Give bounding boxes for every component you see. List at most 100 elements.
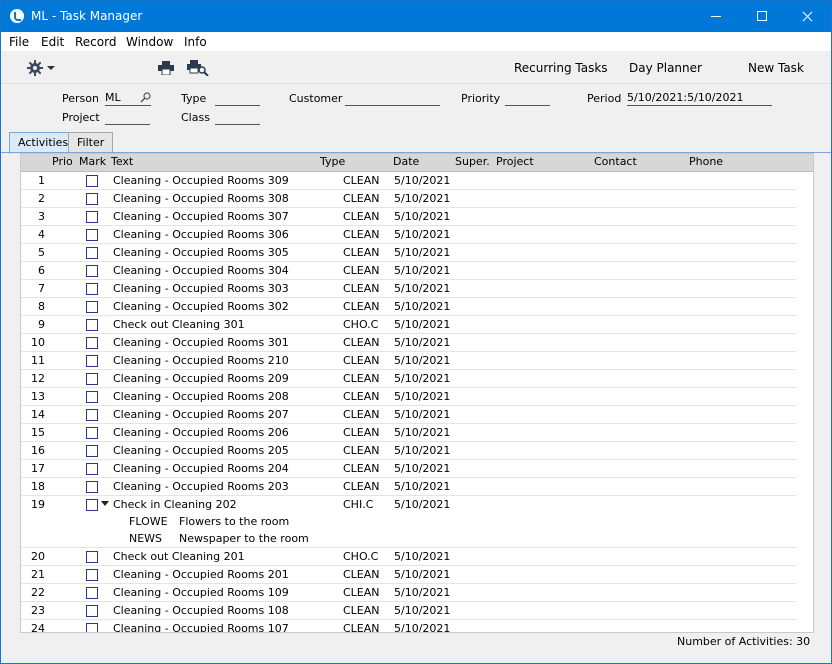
mark-checkbox[interactable] <box>86 499 98 511</box>
tab-filter[interactable]: Filter <box>68 132 114 153</box>
col-project[interactable]: Project <box>496 155 534 168</box>
priority-field[interactable] <box>505 91 550 106</box>
customer-field[interactable] <box>345 91 440 106</box>
col-phone[interactable]: Phone <box>689 155 723 168</box>
mark-checkbox[interactable] <box>86 211 98 223</box>
row-type: CHI.C <box>343 498 374 511</box>
row-date: 5/10/2021 <box>394 622 451 633</box>
row-type: CLEAN <box>343 246 380 259</box>
mark-checkbox[interactable] <box>86 301 98 313</box>
mark-checkbox[interactable] <box>86 247 98 259</box>
table-row[interactable]: 5 Cleaning - Occupied Rooms 305 CLEAN 5/10/… <box>21 244 796 262</box>
row-text: Check in Cleaning 202 <box>113 498 237 511</box>
new-task-button[interactable]: New Task <box>748 61 804 75</box>
row-date: 5/10/2021 <box>394 246 451 259</box>
expand-triangle-icon[interactable] <box>101 501 109 506</box>
gear-icon[interactable] <box>27 60 43 76</box>
table-row[interactable]: 20 Check out Cleaning 201 CHO.C 5/10/2021 <box>21 548 796 566</box>
col-contact[interactable]: Contact <box>594 155 637 168</box>
table-row[interactable]: 22 Cleaning - Occupied Rooms 109 CLEAN 5/10… <box>21 584 796 602</box>
mark-checkbox[interactable] <box>86 265 98 277</box>
mark-checkbox[interactable] <box>86 587 98 599</box>
menu-window[interactable]: Window <box>126 35 173 49</box>
mark-checkbox[interactable] <box>86 319 98 331</box>
col-super[interactable]: Super. <box>455 155 490 168</box>
subitem-code: NEWS <box>129 532 163 545</box>
table-row[interactable]: 1 Cleaning - Occupied Rooms 309 CLEAN 5/10/… <box>21 172 796 190</box>
mark-checkbox[interactable] <box>86 569 98 581</box>
row-type: CLEAN <box>343 228 380 241</box>
mark-checkbox[interactable] <box>86 373 98 385</box>
mark-checkbox[interactable] <box>86 337 98 349</box>
table-row[interactable]: 15 Cleaning - Occupied Rooms 206 CLEAN 5/10… <box>21 424 796 442</box>
row-text: Cleaning - Occupied Rooms 201 <box>113 568 289 581</box>
col-text[interactable]: Text <box>111 155 133 168</box>
subitem-description: Newspaper to the room <box>179 532 309 545</box>
period-field[interactable]: 5/10/2021:5/10/2021 <box>627 91 772 106</box>
printer-icon[interactable] <box>158 61 174 75</box>
table-row[interactable]: 10 Cleaning - Occupied Rooms 301 CLEAN 5/10… <box>21 334 796 352</box>
mark-checkbox[interactable] <box>86 551 98 563</box>
menu-info[interactable]: Info <box>184 35 207 49</box>
lookup-icon[interactable] <box>140 91 152 103</box>
col-type[interactable]: Type <box>320 155 345 168</box>
tab-activities[interactable]: Activities <box>9 132 78 154</box>
row-text: Cleaning - Occupied Rooms 303 <box>113 282 289 295</box>
table-row[interactable]: 4 Cleaning - Occupied Rooms 306 CLEAN 5/10/… <box>21 226 796 244</box>
col-mark[interactable]: Mark <box>79 155 106 168</box>
customer-label: Customer <box>289 92 343 105</box>
table-row[interactable]: 7 Cleaning - Occupied Rooms 303 CLEAN 5/10/… <box>21 280 796 298</box>
table-row[interactable]: 19 Check in Cleaning 202 CHI.C 5/10/2021 FLO… <box>21 496 796 548</box>
table-row[interactable]: 18 Cleaning - Occupied Rooms 203 CLEAN 5/10… <box>21 478 796 496</box>
mark-checkbox[interactable] <box>86 355 98 367</box>
table-row[interactable]: 11 Cleaning - Occupied Rooms 210 CLEAN 5/10… <box>21 352 796 370</box>
row-type: CLEAN <box>343 408 380 421</box>
maximize-button[interactable] <box>739 1 785 32</box>
class-field[interactable] <box>215 110 260 125</box>
table-row[interactable]: 3 Cleaning - Occupied Rooms 307 CLEAN 5/10/… <box>21 208 796 226</box>
mark-checkbox[interactable] <box>86 463 98 475</box>
table-row[interactable]: 14 Cleaning - Occupied Rooms 207 CLEAN 5/10… <box>21 406 796 424</box>
mark-checkbox[interactable] <box>86 175 98 187</box>
task-manager-window: ML - Task Manager File Edit Record Windo… <box>0 0 832 664</box>
table-row[interactable]: 23 Cleaning - Occupied Rooms 108 CLEAN 5/10… <box>21 602 796 620</box>
mark-checkbox[interactable] <box>86 445 98 457</box>
mark-checkbox[interactable] <box>86 283 98 295</box>
project-field[interactable] <box>105 110 150 125</box>
mark-checkbox[interactable] <box>86 605 98 617</box>
col-prio[interactable]: Prio <box>52 155 73 168</box>
row-number: 13 <box>31 390 45 403</box>
table-row[interactable]: 13 Cleaning - Occupied Rooms 208 CLEAN 5/10… <box>21 388 796 406</box>
mark-checkbox[interactable] <box>86 391 98 403</box>
close-button[interactable] <box>785 1 831 32</box>
recurring-tasks-button[interactable]: Recurring Tasks <box>514 61 608 75</box>
table-row[interactable]: 21 Cleaning - Occupied Rooms 201 CLEAN 5/10… <box>21 566 796 584</box>
person-label: Person <box>62 92 99 105</box>
menu-edit[interactable]: Edit <box>41 35 64 49</box>
table-row[interactable]: 16 Cleaning - Occupied Rooms 205 CLEAN 5/10… <box>21 442 796 460</box>
mark-checkbox[interactable] <box>86 623 98 632</box>
table-row[interactable]: 17 Cleaning - Occupied Rooms 204 CLEAN 5/10… <box>21 460 796 478</box>
table-row[interactable]: 24 Cleaning - Occupied Rooms 107 CLEAN 5/10… <box>21 620 796 633</box>
table-row[interactable]: 2 Cleaning - Occupied Rooms 308 CLEAN 5/10/… <box>21 190 796 208</box>
mark-checkbox[interactable] <box>86 229 98 241</box>
row-type: CLEAN <box>343 444 380 457</box>
mark-checkbox[interactable] <box>86 481 98 493</box>
table-row[interactable]: 9 Check out Cleaning 301 CHO.C 5/10/2021 <box>21 316 796 334</box>
type-field[interactable] <box>215 91 260 106</box>
mark-checkbox[interactable] <box>86 427 98 439</box>
table-row[interactable]: 6 Cleaning - Occupied Rooms 304 CLEAN 5/10/… <box>21 262 796 280</box>
mark-checkbox[interactable] <box>86 409 98 421</box>
minimize-button[interactable] <box>693 1 739 32</box>
col-date[interactable]: Date <box>393 155 419 168</box>
print-preview-icon[interactable] <box>187 60 209 76</box>
mark-checkbox[interactable] <box>86 193 98 205</box>
row-number: 1 <box>38 174 45 187</box>
day-planner-button[interactable]: Day Planner <box>629 61 702 75</box>
row-date: 5/10/2021 <box>394 210 451 223</box>
chevron-down-icon[interactable] <box>47 66 55 70</box>
menu-file[interactable]: File <box>9 35 29 49</box>
table-row[interactable]: 8 Cleaning - Occupied Rooms 302 CLEAN 5/10/… <box>21 298 796 316</box>
table-row[interactable]: 12 Cleaning - Occupied Rooms 209 CLEAN 5/10… <box>21 370 796 388</box>
menu-record[interactable]: Record <box>75 35 116 49</box>
